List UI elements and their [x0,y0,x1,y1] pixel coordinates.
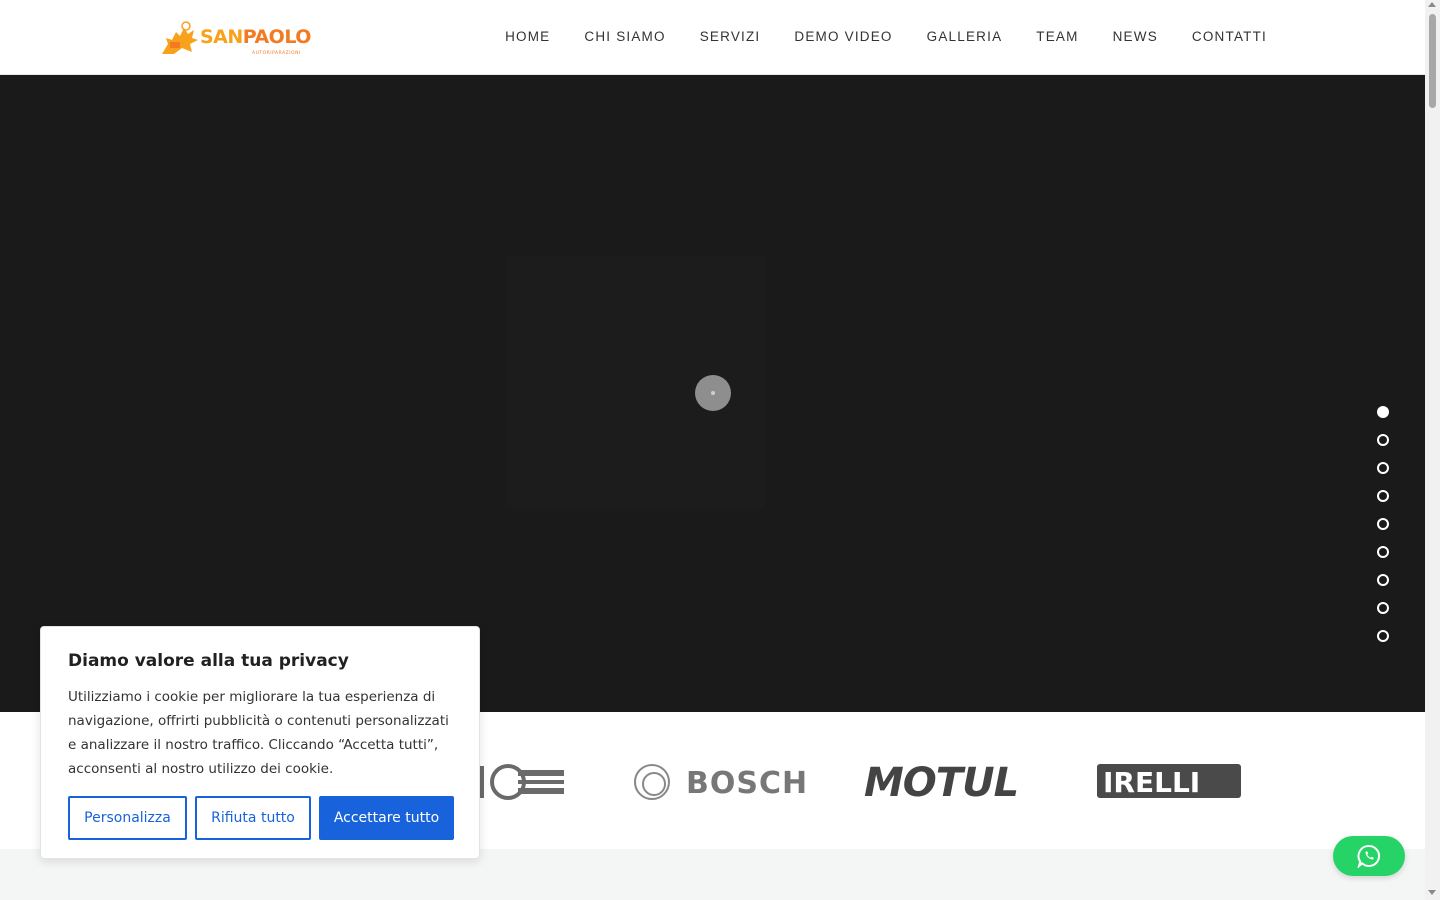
section-dot-5[interactable] [1377,518,1389,530]
lion-logo-icon [162,21,198,54]
section-dot-3[interactable] [1377,462,1389,474]
loading-spinner-icon [695,375,731,411]
section-dot-7[interactable] [1377,574,1389,586]
cookie-consent-banner: Diamo valore alla tua privacy Utilizziam… [40,626,480,859]
pirelli-wordmark: IRELLI [1103,766,1201,799]
nav-item-servizi[interactable]: SERVIZI [700,29,761,44]
scroll-up-arrow-icon[interactable] [1428,2,1436,7]
section-dot-4[interactable] [1377,490,1389,502]
loader-dot [711,391,715,395]
logo-text-part1: SAN [200,26,243,48]
site-logo[interactable]: SANPAOLO AUTORIPARAZIONI [158,20,311,58]
hero-section [0,75,1425,712]
whatsapp-icon [1357,844,1381,868]
section-dot-9[interactable] [1377,630,1389,642]
bosch-ring-icon [634,764,670,800]
motul-logo: MOTUL [864,760,1019,806]
logo-text-part2: PAOLO [242,26,312,48]
section-dot-6[interactable] [1377,546,1389,558]
section-dot-2[interactable] [1377,434,1389,446]
scroll-down-arrow-icon[interactable] [1428,890,1436,895]
brand-partial-logo [478,764,564,800]
main-navigation: HOME CHI SIAMO SERVIZI DEMO VIDEO GALLER… [505,29,1267,44]
cookie-accept-all-button[interactable]: Accettare tutto [319,796,454,840]
section-dot-8[interactable] [1377,602,1389,614]
section-dot-1[interactable] [1377,406,1389,418]
cookie-reject-all-button[interactable]: Rifiuta tutto [195,796,311,840]
whatsapp-chat-button[interactable] [1333,836,1405,876]
nav-item-news[interactable]: NEWS [1113,29,1158,44]
nav-item-chi-siamo[interactable]: CHI SIAMO [584,29,665,44]
pirelli-logo: IRELLI [1097,764,1241,799]
scrollbar-thumb[interactable] [1429,14,1436,108]
cookie-customize-button[interactable]: Personalizza [68,796,187,840]
logo-wordmark: SANPAOLO [200,26,311,48]
logo-subtitle: AUTORIPARAZIONI [252,51,301,56]
bosch-logo: BOSCH [634,764,807,801]
site-header: SANPAOLO AUTORIPARAZIONI HOME CHI SIAMO … [0,0,1425,75]
bosch-wordmark: BOSCH [686,766,809,801]
nav-item-demo-video[interactable]: DEMO VIDEO [794,29,892,44]
cookie-title: Diamo valore alla tua privacy [68,651,349,671]
nav-item-galleria[interactable]: GALLERIA [927,29,1003,44]
nav-item-contatti[interactable]: CONTATTI [1192,29,1267,44]
page-scrollbar[interactable] [1425,0,1440,900]
cookie-description: Utilizziamo i cookie per migliorare la t… [68,689,449,777]
section-nav-dots [1377,406,1389,658]
nav-item-home[interactable]: HOME [505,29,550,44]
nav-item-team[interactable]: TEAM [1036,29,1078,44]
